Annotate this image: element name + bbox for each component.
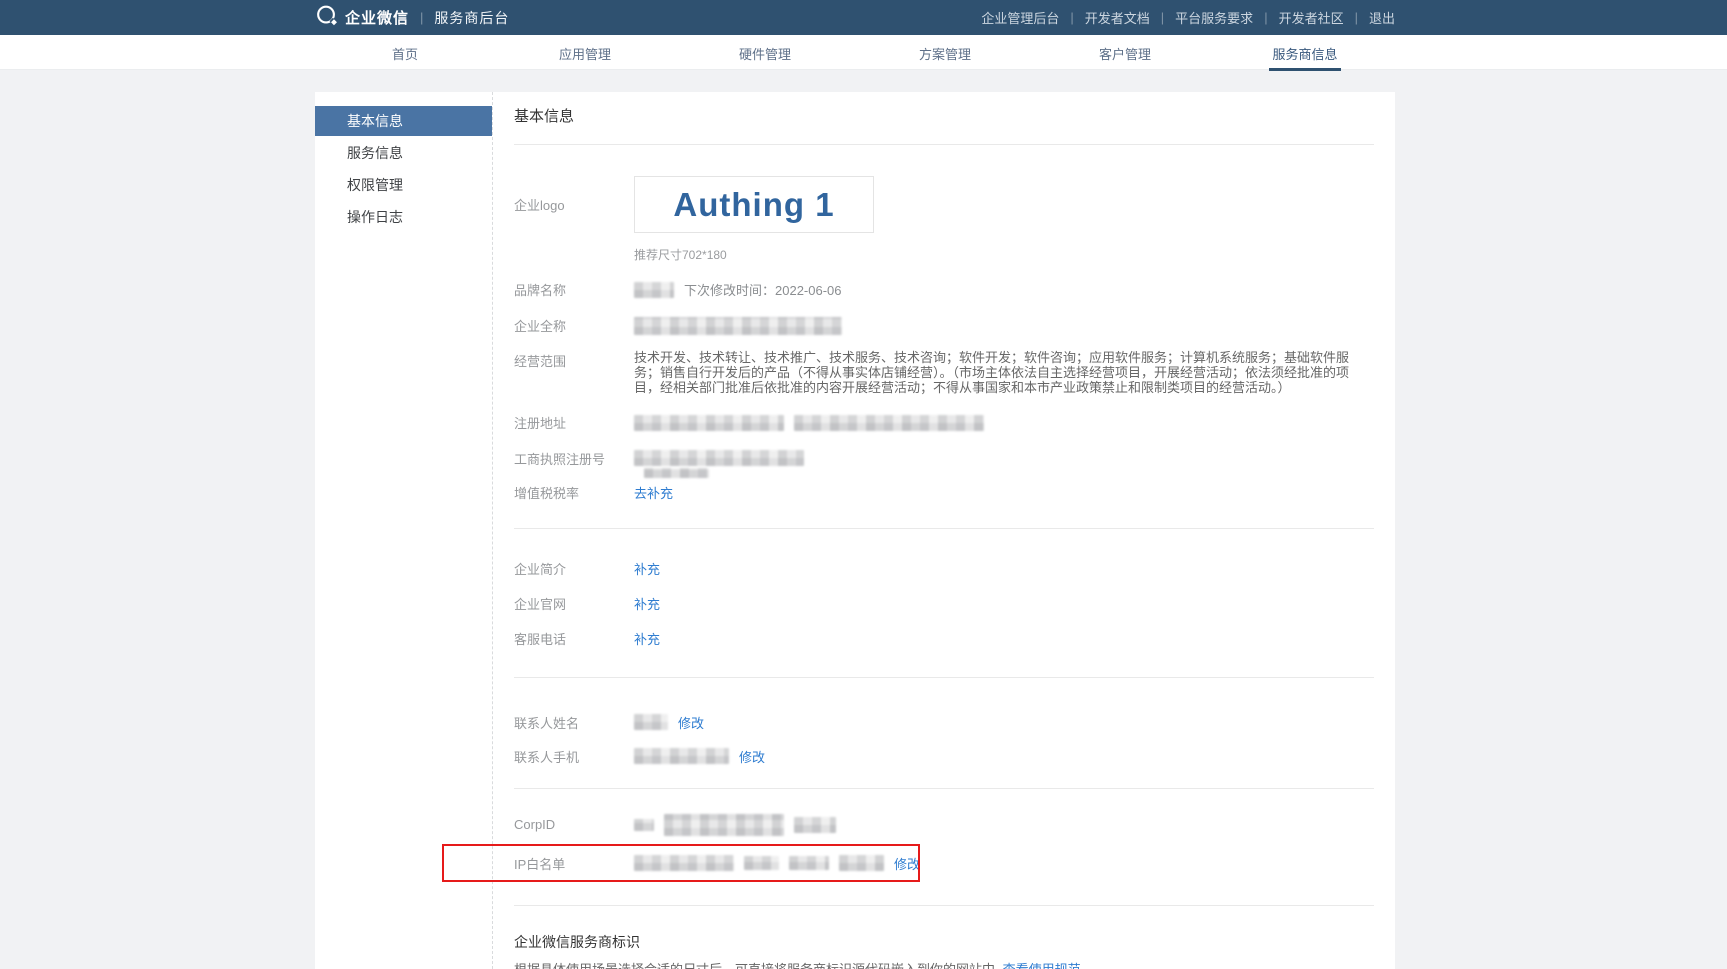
license-number-label: 工商执照注册号	[514, 449, 634, 468]
website-supplement-link[interactable]: 补充	[634, 594, 660, 613]
vat-rate-label: 增值税税率	[514, 483, 634, 502]
sidebar: 基本信息 服务信息 权限管理 操作日志	[315, 92, 493, 969]
row-registered-address: 注册地址	[514, 413, 1374, 432]
tab-app-management[interactable]: 应用管理	[495, 35, 675, 70]
topbar-links: 企业管理后台 | 开发者文档 | 平台服务要求 | 开发者社区 | 退出	[981, 8, 1395, 27]
topbar-link-separator: |	[1355, 10, 1358, 25]
redacted-contact-name	[634, 714, 668, 730]
row-business-scope: 经营范围 技术开发、技术转让、技术推广、技术服务、技术咨询；软件开发；软件咨询；…	[514, 350, 1374, 395]
redacted-brand-name	[634, 282, 674, 298]
profile-supplement-link[interactable]: 补充	[634, 559, 660, 578]
company-logo-image: Authing 1	[634, 176, 874, 233]
brand-next-modify-note: 下次修改时间：2022-06-06	[684, 280, 842, 299]
tab-hardware-management[interactable]: 硬件管理	[675, 35, 855, 70]
content-panel: 基本信息 企业logo Authing 1 推荐尺寸702*180 品牌名称 下…	[493, 92, 1395, 969]
page-body: 基本信息 服务信息 权限管理 操作日志 基本信息 企业logo Authing …	[0, 70, 1727, 969]
redacted-company-fullname	[634, 317, 842, 335]
redacted-license-number	[634, 450, 804, 466]
usage-spec-link[interactable]: 查看使用规范	[1003, 962, 1081, 969]
row-corpid: CorpID	[514, 813, 1374, 837]
topbar-link-separator: |	[1264, 10, 1267, 25]
page-title: 基本信息	[514, 106, 1374, 128]
redacted-ip-whitelist	[634, 855, 734, 871]
redacted-corpid	[664, 814, 784, 836]
company-website-label: 企业官网	[514, 594, 634, 613]
brand-name-label: 品牌名称	[514, 280, 634, 299]
redacted-ip-whitelist	[839, 855, 884, 871]
main-nav: 首页 应用管理 硬件管理 方案管理 客户管理 服务商信息	[0, 35, 1727, 70]
company-fullname-label: 企业全称	[514, 316, 634, 335]
contact-name-modify-link[interactable]: 修改	[678, 713, 704, 732]
vat-supplement-link[interactable]: 去补充	[634, 483, 673, 502]
link-logout[interactable]: 退出	[1369, 8, 1395, 27]
company-profile-label: 企业简介	[514, 559, 634, 578]
topbar-link-separator: |	[1161, 10, 1164, 25]
link-platform-requirements[interactable]: 平台服务要求	[1175, 8, 1253, 27]
business-scope-label: 经营范围	[514, 350, 634, 370]
ip-whitelist-label: IP白名单	[514, 854, 634, 873]
sidebar-item-service-info[interactable]: 服务信息	[315, 138, 492, 168]
divider	[514, 528, 1374, 529]
row-contact-mobile: 联系人手机 修改	[514, 747, 1374, 766]
contact-mobile-label: 联系人手机	[514, 747, 634, 766]
company-logo-label: 企业logo	[514, 195, 634, 214]
redacted-corpid	[794, 817, 836, 833]
corpid-label: CorpID	[514, 817, 634, 832]
registered-address-label: 注册地址	[514, 413, 634, 432]
contact-mobile-modify-link[interactable]: 修改	[739, 747, 765, 766]
phone-supplement-link[interactable]: 补充	[634, 629, 660, 648]
link-developer-community[interactable]: 开发者社区	[1279, 8, 1344, 27]
redacted-ip-whitelist	[789, 856, 829, 870]
row-vat-rate: 增值税税率 去补充	[514, 483, 1374, 502]
link-enterprise-admin[interactable]: 企业管理后台	[981, 8, 1059, 27]
row-ip-whitelist: IP白名单 修改	[514, 854, 1374, 873]
brand-separator: |	[420, 10, 423, 25]
redacted-license-number	[644, 468, 709, 478]
row-service-phone: 客服电话 补充	[514, 629, 1374, 648]
row-brand-name: 品牌名称 下次修改时间：2022-06-06	[514, 280, 1374, 299]
badge-desc-text: 根据具体使用场景选择合适的尺寸后，可直接将服务商标识源代码嵌入到你的网站中	[514, 962, 995, 969]
product-name: 服务商后台	[434, 8, 509, 28]
sidebar-item-basic-info[interactable]: 基本信息	[315, 106, 492, 136]
redacted-corpid	[634, 819, 654, 831]
tab-service-provider-info[interactable]: 服务商信息	[1215, 35, 1395, 70]
divider	[514, 788, 1374, 789]
row-company-profile: 企业简介 补充	[514, 559, 1374, 578]
divider	[514, 905, 1374, 906]
topbar-brand-group: 企业微信 | 服务商后台	[315, 4, 509, 32]
ip-whitelist-modify-link[interactable]: 修改	[894, 854, 920, 873]
badge-section-desc: 根据具体使用场景选择合适的尺寸后，可直接将服务商标识源代码嵌入到你的网站中 查看…	[514, 961, 1374, 969]
row-company-logo: 企业logo Authing 1	[514, 176, 1374, 233]
wechat-work-logo-icon	[315, 4, 338, 32]
row-contact-name: 联系人姓名 修改	[514, 713, 1374, 732]
row-company-website: 企业官网 补充	[514, 594, 1374, 613]
link-developer-docs[interactable]: 开发者文档	[1085, 8, 1150, 27]
badge-section-title: 企业微信服务商标识	[514, 932, 1374, 952]
business-scope-text: 技术开发、技术转让、技术推广、技术服务、技术咨询；软件开发；软件咨询；应用软件服…	[634, 350, 1364, 395]
divider	[514, 144, 1374, 145]
brand-name: 企业微信	[345, 7, 409, 28]
topbar-link-separator: |	[1070, 10, 1073, 25]
tab-solution-management[interactable]: 方案管理	[855, 35, 1035, 70]
row-license-number: 工商执照注册号	[514, 449, 1374, 478]
redacted-contact-mobile	[634, 748, 729, 764]
redacted-address	[794, 415, 984, 431]
redacted-ip-whitelist	[744, 856, 779, 870]
row-company-fullname: 企业全称	[514, 316, 1374, 335]
contact-name-label: 联系人姓名	[514, 713, 634, 732]
divider	[514, 677, 1374, 678]
topbar: 企业微信 | 服务商后台 企业管理后台 | 开发者文档 | 平台服务要求 | 开…	[0, 0, 1727, 35]
sidebar-item-operation-log[interactable]: 操作日志	[315, 202, 492, 232]
tab-home[interactable]: 首页	[315, 35, 495, 70]
sidebar-item-permission-management[interactable]: 权限管理	[315, 170, 492, 200]
tab-customer-management[interactable]: 客户管理	[1035, 35, 1215, 70]
service-phone-label: 客服电话	[514, 629, 634, 648]
redacted-address	[634, 415, 784, 431]
logo-size-hint: 推荐尺寸702*180	[634, 246, 1374, 263]
company-logo-text: Authing 1	[673, 186, 834, 224]
